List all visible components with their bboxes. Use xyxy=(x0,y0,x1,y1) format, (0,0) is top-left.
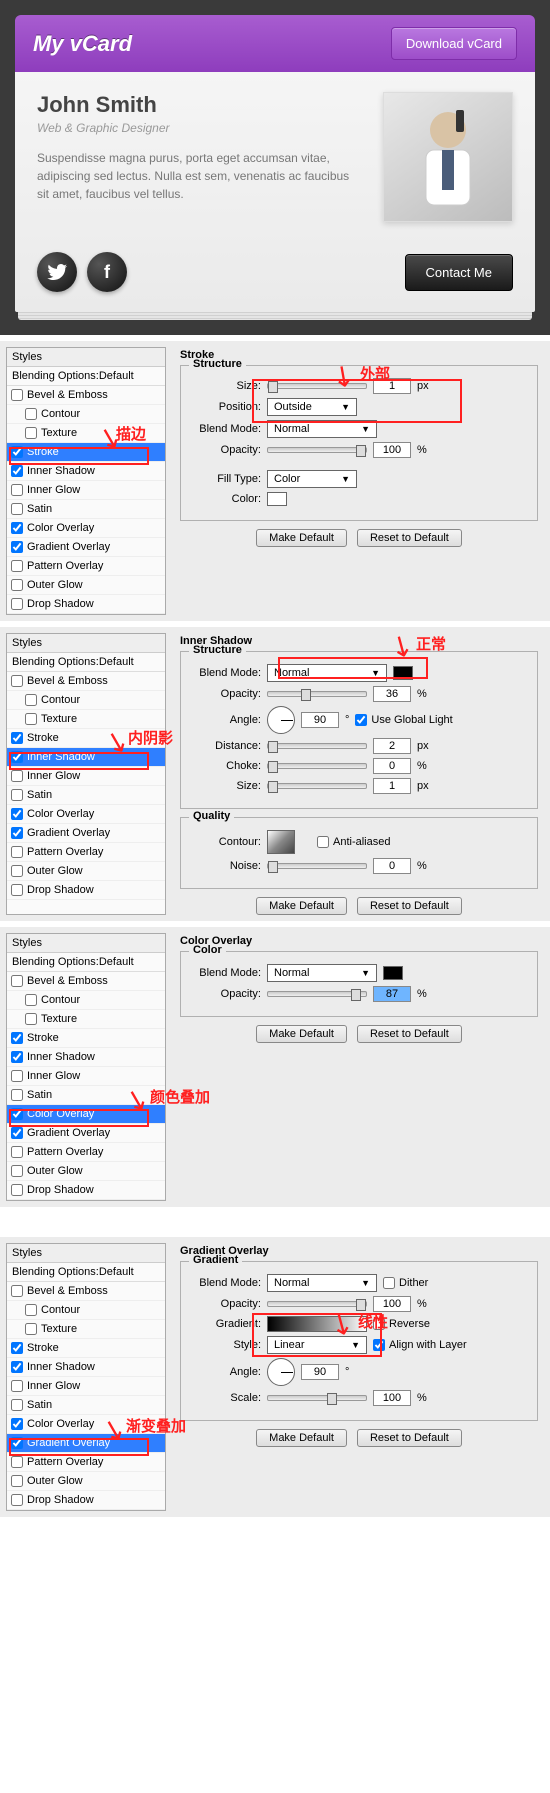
styles-header: Styles xyxy=(7,348,165,367)
fill-type-dropdown[interactable]: Color▼ xyxy=(267,470,357,488)
contact-me-button[interactable]: Contact Me xyxy=(405,254,513,291)
vcard-header: My vCard Download vCard xyxy=(15,15,535,72)
vcard-preview: My vCard Download vCard John Smith Web &… xyxy=(0,0,550,335)
style-inner-glow[interactable]: Inner Glow xyxy=(7,481,165,500)
layer-style-panel-inner-shadow: Styles Blending Options:Default Bevel & … xyxy=(0,627,550,921)
vcard-person-name: John Smith xyxy=(37,92,363,118)
style-outer-glow[interactable]: Outer Glow xyxy=(7,576,165,595)
style-gradient-overlay[interactable]: Gradient Overlay xyxy=(7,538,165,557)
opacity-slider[interactable] xyxy=(267,447,367,453)
reset-default-button[interactable]: Reset to Default xyxy=(357,1429,462,1447)
angle-dial[interactable] xyxy=(267,1358,295,1386)
inner-shadow-checkbox[interactable] xyxy=(11,465,23,477)
size-slider[interactable] xyxy=(267,783,367,789)
blend-mode-dropdown[interactable]: Normal▼ xyxy=(267,420,377,438)
social-icons: f xyxy=(37,252,127,292)
vcard-description: Suspendisse magna purus, porta eget accu… xyxy=(37,149,363,203)
style-gradient-overlay[interactable]: Gradient Overlay xyxy=(7,1434,165,1453)
blend-mode-dropdown[interactable]: Normal▼ xyxy=(267,1274,377,1292)
contour-checkbox[interactable] xyxy=(25,408,37,420)
anti-aliased-checkbox[interactable]: Anti-aliased xyxy=(317,836,390,848)
drop-shadow-checkbox[interactable] xyxy=(11,598,23,610)
chevron-down-icon: ▼ xyxy=(341,474,350,484)
stroke-color-swatch[interactable] xyxy=(267,492,287,506)
noise-slider[interactable] xyxy=(267,863,367,869)
styles-list: Styles Blending Options:Default Bevel & … xyxy=(6,347,166,615)
distance-slider[interactable] xyxy=(267,743,367,749)
blending-options-item[interactable]: Blending Options:Default xyxy=(7,367,165,386)
style-bevel-emboss[interactable]: Bevel & Emboss xyxy=(7,386,165,405)
gradient-style-dropdown[interactable]: Linear▼ xyxy=(267,1336,367,1354)
vcard-photo xyxy=(383,92,513,222)
color-overlay-checkbox[interactable] xyxy=(11,522,23,534)
scale-slider[interactable] xyxy=(267,1395,367,1401)
reset-default-button[interactable]: Reset to Default xyxy=(357,529,462,547)
style-color-overlay[interactable]: Color Overlay xyxy=(7,519,165,538)
vcard-body: John Smith Web & Graphic Designer Suspen… xyxy=(15,72,535,312)
choke-slider[interactable] xyxy=(267,763,367,769)
make-default-button[interactable]: Make Default xyxy=(256,529,347,547)
make-default-button[interactable]: Make Default xyxy=(256,1429,347,1447)
reset-default-button[interactable]: Reset to Default xyxy=(357,897,462,915)
style-inner-shadow[interactable]: Inner Shadow xyxy=(7,462,165,481)
styles-list: Styles Blending Options:Default Bevel & … xyxy=(6,933,166,1201)
styles-list: Styles Blending Options:Default Bevel & … xyxy=(6,1243,166,1511)
annotation-outside: 外部 xyxy=(360,363,390,384)
layer-style-panel-gradient-overlay: Styles Blending Options:Default Bevel & … xyxy=(0,1237,550,1517)
vcard-title: My vCard xyxy=(33,31,132,57)
opacity-slider[interactable] xyxy=(267,1301,367,1307)
angle-dial[interactable] xyxy=(267,706,295,734)
satin-checkbox[interactable] xyxy=(11,503,23,515)
make-default-button[interactable]: Make Default xyxy=(256,897,347,915)
structure-fieldset: Structure Size:px Position:Outside▼ Blen… xyxy=(180,365,538,521)
opacity-slider[interactable] xyxy=(267,691,367,697)
card-stack-decoration xyxy=(18,312,532,320)
blend-mode-dropdown[interactable]: Normal▼ xyxy=(267,964,377,982)
dither-checkbox[interactable]: Dither xyxy=(383,1277,428,1289)
facebook-icon[interactable]: f xyxy=(87,252,127,292)
position-dropdown[interactable]: Outside▼ xyxy=(267,398,357,416)
blend-mode-dropdown[interactable]: Normal▼ xyxy=(267,664,387,682)
styles-list: Styles Blending Options:Default Bevel & … xyxy=(6,633,166,915)
texture-checkbox[interactable] xyxy=(25,427,37,439)
chevron-down-icon: ▼ xyxy=(361,424,370,434)
style-pattern-overlay[interactable]: Pattern Overlay xyxy=(7,557,165,576)
stroke-checkbox[interactable] xyxy=(11,446,23,458)
chevron-down-icon: ▼ xyxy=(371,668,380,678)
make-default-button[interactable]: Make Default xyxy=(256,1025,347,1043)
outer-glow-checkbox[interactable] xyxy=(11,579,23,591)
bevel-checkbox[interactable] xyxy=(11,389,23,401)
layer-style-panel-color-overlay: Styles Blending Options:Default Bevel & … xyxy=(0,927,550,1207)
overlay-color-swatch[interactable] xyxy=(383,966,403,980)
reset-default-button[interactable]: Reset to Default xyxy=(357,1025,462,1043)
chevron-down-icon: ▼ xyxy=(361,968,370,978)
gradient-overlay-checkbox[interactable] xyxy=(11,541,23,553)
pattern-overlay-checkbox[interactable] xyxy=(11,560,23,572)
style-drop-shadow[interactable]: Drop Shadow xyxy=(7,595,165,614)
download-vcard-button[interactable]: Download vCard xyxy=(391,27,517,60)
style-contour[interactable]: Contour xyxy=(7,405,165,424)
shadow-color-swatch[interactable] xyxy=(393,666,413,680)
opacity-input[interactable] xyxy=(373,442,411,458)
style-stroke[interactable]: Stroke xyxy=(7,443,165,462)
style-inner-shadow[interactable]: Inner Shadow xyxy=(7,748,165,767)
inner-glow-checkbox[interactable] xyxy=(11,484,23,496)
layer-style-panel-stroke: Styles Blending Options:Default Bevel & … xyxy=(0,341,550,621)
contour-picker[interactable] xyxy=(267,830,295,854)
chevron-down-icon: ▼ xyxy=(361,1278,370,1288)
style-satin[interactable]: Satin xyxy=(7,500,165,519)
opacity-input[interactable] xyxy=(373,986,411,1002)
chevron-down-icon: ▼ xyxy=(351,1340,360,1350)
vcard-person-role: Web & Graphic Designer xyxy=(37,121,363,135)
use-global-light-checkbox[interactable]: Use Global Light xyxy=(355,714,452,726)
chevron-down-icon: ▼ xyxy=(341,402,350,412)
opacity-slider[interactable] xyxy=(267,991,367,997)
twitter-icon[interactable] xyxy=(37,252,77,292)
align-layer-checkbox[interactable]: Align with Layer xyxy=(373,1339,467,1351)
